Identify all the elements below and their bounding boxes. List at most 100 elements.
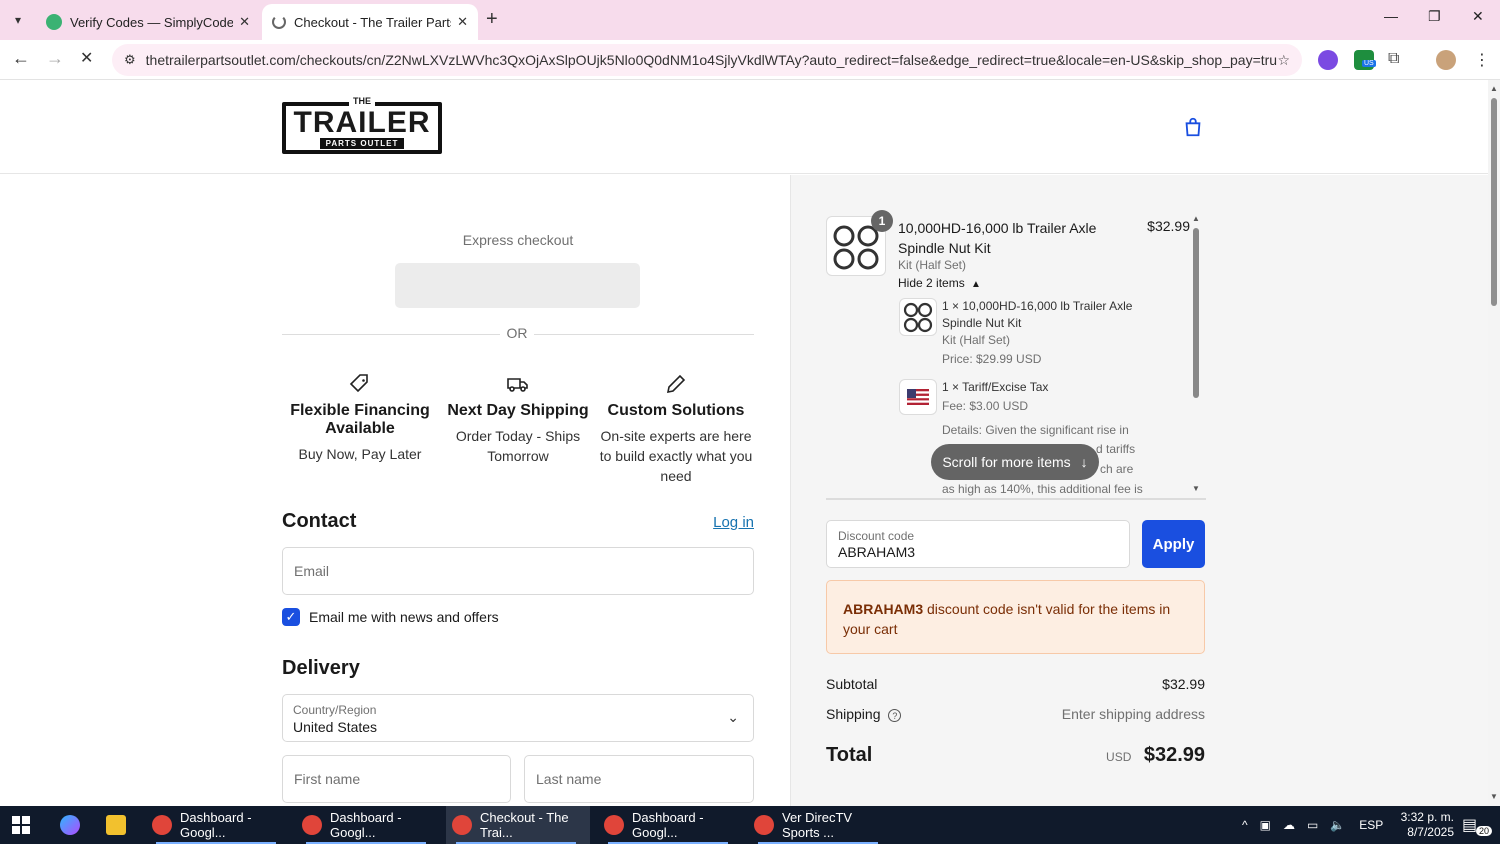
subitem-thumbnail [899,298,937,336]
clock[interactable]: 3:32 p. m. 8/7/2025 [1384,810,1454,840]
taskbar-app-label: Dashboard - Googl... [180,810,252,840]
chrome-icon [754,815,774,835]
page-scrollbar-thumb[interactable] [1491,98,1497,306]
close-tab-icon[interactable]: ✕ [239,14,250,30]
tab-search-icon[interactable]: ▾ [6,8,30,32]
browser-toolbar: ← → ✕ ⚙ thetrailerpartsoutlet.com/checko… [0,40,1500,80]
loading-favicon-icon [272,15,286,29]
hide-items-label: Hide 2 items [898,276,965,290]
total-row: Total USD $32.99 [826,744,1205,767]
first-name-input[interactable] [283,756,510,802]
feature-title: Flexible Financing Available [290,402,430,437]
newsletter-checkbox[interactable]: ✓ [282,608,300,626]
minimize-icon[interactable]: — [1384,8,1398,24]
arrow-down-icon: ↓ [1080,454,1088,470]
site-logo[interactable]: THE TRAILER PARTS OUTLET [282,96,442,154]
chevron-up-icon[interactable]: ^ [1242,818,1248,832]
copilot-icon[interactable] [54,806,90,844]
chrome-icon [302,815,322,835]
chrome-icon [604,815,624,835]
feature-financing: Flexible Financing Available Buy Now, Pa… [282,372,438,464]
taskbar-app-directv[interactable]: Ver DirecTV Sports ... [748,806,890,844]
taskbar-app-label: Checkout - The Trai... [480,810,569,840]
back-icon[interactable]: ← [12,48,30,69]
feature-custom: Custom Solutions On-site experts are her… [598,372,754,486]
contact-heading: Contact [282,510,357,532]
taskbar-app-label: Dashboard - Googl... [632,810,704,840]
bookmark-star-icon[interactable]: ☆ [1277,52,1290,69]
page-scrollbar[interactable]: ▲ ▼ [1488,80,1500,806]
taskbar-app-checkout[interactable]: Checkout - The Trai... [446,806,590,844]
site-header: THE TRAILER PARTS OUTLET [0,80,1488,174]
close-tab-icon[interactable]: ✕ [457,14,468,30]
file-explorer-icon[interactable] [100,806,136,844]
simplycodes-favicon-icon [46,14,62,30]
or-label: OR [500,325,534,341]
onedrive-icon[interactable]: ☁ [1283,818,1295,832]
tab-checkout[interactable]: Checkout - The Trailer Parts Out ✕ [262,4,478,40]
stop-loading-icon[interactable]: ✕ [80,48,93,68]
feature-title: Custom Solutions [607,402,745,419]
scroll-down-arrow-icon[interactable]: ▼ [1192,484,1200,493]
tab-strip: ▾ Verify Codes — SimplyCodes ✕ Checkout … [0,0,1500,40]
taskbar-app-dashboard[interactable]: Dashboard - Googl... [296,806,436,844]
last-name-input[interactable] [525,756,753,802]
feature-desc: Buy Now, Pay Later [298,446,422,462]
extension-icon[interactable] [1318,50,1338,70]
cart-scrollbar[interactable]: ▲ ▼ [1192,214,1200,493]
subitem-variant: Kit (Half Set) [942,333,1011,347]
taskbar-app-dashboard[interactable]: Dashboard - Googl... [146,806,286,844]
restore-icon[interactable]: ❐ [1428,8,1441,25]
help-circle-icon[interactable]: ? [888,709,902,722]
apply-discount-button[interactable]: Apply [1142,520,1205,568]
notification-icon: ▤ [1462,817,1478,834]
shopping-bag-icon[interactable] [1182,116,1204,138]
system-tray: ^ ▣ ☁ ▭ 🔈 ESP [1242,806,1383,844]
us-flag-icon [907,389,929,405]
browser-menu-icon[interactable]: ⋮ [1474,50,1490,70]
scroll-down-arrow-icon[interactable]: ▼ [1490,792,1498,801]
extensions-puzzle-icon[interactable]: ⧉ [1388,50,1408,70]
product-price: $32.99 [1147,218,1190,234]
country-select[interactable]: Country/Region United States ⌄ [282,694,754,742]
taskbar-app-dashboard[interactable]: Dashboard - Googl... [598,806,738,844]
express-checkout-button[interactable] [395,263,640,308]
hide-items-toggle[interactable]: Hide 2 items ▲ [898,276,981,290]
email-field[interactable] [282,547,754,595]
last-name-field[interactable] [524,755,754,803]
new-tab-icon[interactable]: + [486,8,498,31]
login-link[interactable]: Log in [700,514,754,531]
email-input[interactable] [283,548,753,594]
site-info-icon[interactable]: ⚙ [124,52,136,68]
language-indicator[interactable]: ESP [1359,818,1383,832]
country-label: Country/Region [293,703,377,717]
clock-time: 3:32 p. m. [1400,810,1454,824]
volume-icon[interactable]: 🔈 [1330,818,1345,832]
simplycodes-extension-icon[interactable]: US [1354,50,1376,70]
cart-scrollbar-thumb[interactable] [1193,228,1199,398]
discount-value[interactable]: ABRAHAM3 [838,544,915,560]
scroll-up-arrow-icon[interactable]: ▲ [1192,214,1200,223]
tab-simplycodes[interactable]: Verify Codes — SimplyCodes ✕ [36,4,260,40]
scroll-more-items-button[interactable]: Scroll for more items ↓ [931,444,1099,480]
newsletter-row[interactable]: ✓ Email me with news and offers [282,608,499,626]
feature-shipping: Next Day Shipping Order Today - Ships To… [440,372,596,466]
pencil-icon [666,374,686,394]
profile-avatar[interactable] [1436,50,1456,70]
network-icon[interactable]: ▭ [1307,818,1318,832]
window-close-icon[interactable]: ✕ [1472,8,1484,25]
subtotal-value: $32.99 [1162,676,1205,692]
first-name-field[interactable] [282,755,511,803]
subitem-details: d tariffs [1096,442,1136,456]
start-button[interactable] [6,806,42,844]
express-checkout-title: Express checkout [462,232,574,248]
notification-center[interactable]: ▤ 20 [1462,806,1493,844]
address-bar[interactable]: ⚙ thetrailerpartsoutlet.com/checkouts/cn… [112,44,1302,76]
url-text[interactable]: thetrailerpartsoutlet.com/checkouts/cn/Z… [146,52,1278,68]
taskbar-app-label: Dashboard - Googl... [330,810,402,840]
windows-logo-icon [12,816,30,834]
discount-code-field[interactable]: Discount code ABRAHAM3 [826,520,1130,568]
forward-icon[interactable]: → [46,48,64,69]
scroll-up-arrow-icon[interactable]: ▲ [1490,84,1498,93]
meet-icon[interactable]: ▣ [1260,818,1271,832]
